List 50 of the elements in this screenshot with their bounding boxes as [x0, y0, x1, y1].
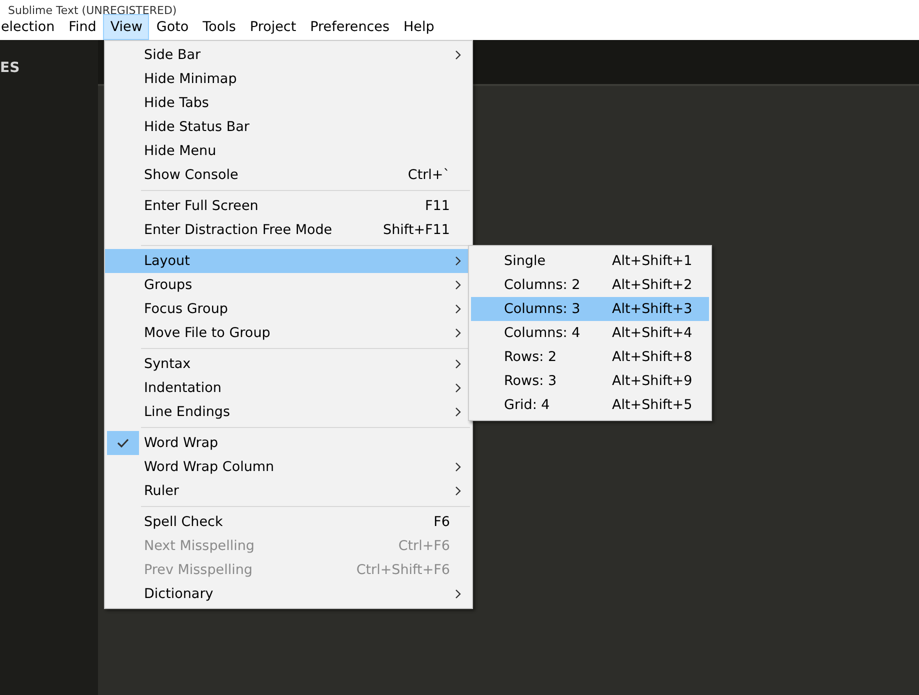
- menu-bar-item[interactable]: Find: [62, 14, 104, 40]
- menu-item[interactable]: Focus Group: [105, 297, 472, 321]
- shortcut-text: Alt+Shift+8: [612, 348, 692, 367]
- menu-item[interactable]: Move File to Group: [105, 321, 472, 345]
- menu-item[interactable]: Spell Check F6: [105, 510, 472, 534]
- sidebar-heading: ES: [0, 59, 20, 78]
- menu-item[interactable]: Enter Full Screen F11: [105, 194, 472, 218]
- shortcut-text: Alt+Shift+3: [612, 300, 692, 319]
- menu-item[interactable]: Dictionary: [105, 582, 472, 606]
- menu-item[interactable]: Syntax: [105, 352, 472, 376]
- shortcut-text: Ctrl+F6: [398, 536, 450, 556]
- menu-item[interactable]: Columns: 3 Alt+Shift+3: [471, 297, 709, 321]
- shortcut-text: Alt+Shift+2: [612, 276, 692, 295]
- menu-bar-item[interactable]: Tools: [196, 14, 243, 40]
- menu-item[interactable]: Word Wrap: [105, 431, 472, 455]
- menu-bar-item[interactable]: Help: [396, 14, 442, 40]
- shortcut-text: Alt+Shift+5: [612, 396, 692, 415]
- shortcut-text: Alt+Shift+1: [612, 252, 692, 271]
- menu-item[interactable]: Columns: 4 Alt+Shift+4: [471, 321, 709, 345]
- menu-item[interactable]: Side Bar: [105, 43, 472, 67]
- menu-item[interactable]: Enter Distraction Free Mode Shift+F11: [105, 218, 472, 242]
- menu-bar-item[interactable]: Preferences: [303, 14, 397, 40]
- menu-bar-item[interactable]: election: [0, 14, 62, 40]
- menu-item[interactable]: Groups: [105, 273, 472, 297]
- menu-item[interactable]: Hide Tabs: [105, 91, 472, 115]
- menu-item[interactable]: Columns: 2 Alt+Shift+2: [471, 273, 709, 297]
- shortcut-text: F6: [434, 512, 450, 532]
- shortcut-text: Alt+Shift+9: [612, 372, 692, 391]
- shortcut-text: Ctrl+`: [408, 166, 450, 185]
- menu-item[interactable]: Ruler: [105, 479, 472, 503]
- menu-item[interactable]: Grid: 4 Alt+Shift+5: [471, 393, 709, 417]
- menu-item[interactable]: Hide Menu: [105, 139, 472, 163]
- menu-bar-item[interactable]: Goto: [149, 14, 196, 40]
- menu-item[interactable]: Show Console Ctrl+`: [105, 163, 472, 187]
- menu-item[interactable]: Single Alt+Shift+1: [471, 249, 709, 273]
- window-title: Sublime Text (UNREGISTERED): [7, 4, 177, 17]
- shortcut-text: Ctrl+Shift+F6: [356, 560, 450, 580]
- menu-item[interactable]: Indentation: [105, 376, 472, 400]
- menu-bar-item[interactable]: Project: [242, 14, 304, 40]
- shortcut-text: F11: [425, 196, 450, 216]
- checkmark-icon: [117, 438, 129, 448]
- menu-item[interactable]: Line Endings: [105, 400, 472, 424]
- menu-item[interactable]: Rows: 3 Alt+Shift+9: [471, 369, 709, 393]
- menu-item[interactable]: Hide Status Bar: [105, 115, 472, 139]
- menu-bar-item[interactable]: View: [103, 14, 150, 40]
- menu-item[interactable]: Hide Minimap: [105, 67, 472, 91]
- menu-item[interactable]: Word Wrap Column: [105, 455, 472, 479]
- menu-item[interactable]: Rows: 2 Alt+Shift+8: [471, 345, 709, 369]
- shortcut-text: Alt+Shift+4: [612, 324, 692, 343]
- shortcut-text: Shift+F11: [383, 220, 450, 240]
